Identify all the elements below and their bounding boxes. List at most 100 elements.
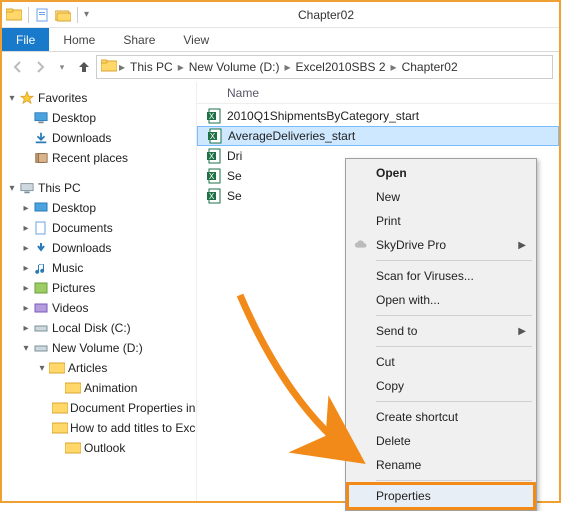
svg-text:X: X: [209, 152, 215, 161]
nav-arrows: ▾: [8, 57, 94, 77]
quick-access-toolbar: ▾: [2, 7, 93, 23]
collapse-icon[interactable]: ▾: [20, 343, 32, 354]
expand-icon[interactable]: ▸: [20, 283, 32, 294]
collapse-icon[interactable]: ▾: [6, 183, 18, 194]
file-tab[interactable]: File: [2, 28, 49, 51]
sidebar-item-label: How to add titles to Excel charts: [68, 421, 197, 435]
favorites-group: ▾ Favorites Desktop Downloads Recent pla…: [2, 88, 196, 168]
menu-item-properties[interactable]: Properties: [348, 484, 534, 508]
chevron-right-icon[interactable]: ▸: [117, 60, 127, 74]
menu-item-shortcut[interactable]: Create shortcut: [348, 405, 534, 429]
collapse-icon[interactable]: ▾: [6, 93, 18, 104]
expand-icon[interactable]: ▸: [20, 303, 32, 314]
downloads-icon: [32, 241, 50, 255]
menu-item-delete[interactable]: Delete: [348, 429, 534, 453]
sidebar-item-newvolume[interactable]: ▾New Volume (D:): [2, 338, 196, 358]
collapse-icon[interactable]: ▾: [36, 363, 48, 374]
downloads-icon: [32, 131, 50, 145]
file-name: AverageDeliveries_start: [226, 129, 355, 143]
menu-item-new[interactable]: New: [348, 185, 534, 209]
excel-icon: X: [206, 128, 226, 144]
home-tab[interactable]: Home: [49, 28, 109, 51]
svg-text:X: X: [209, 112, 215, 121]
sidebar-item-label: Articles: [66, 361, 107, 375]
menu-item-openwith[interactable]: Open with...: [348, 288, 534, 312]
chevron-right-icon[interactable]: ▸: [282, 60, 292, 74]
menu-item-sendto[interactable]: Send to▶: [348, 319, 534, 343]
sidebar-item-label: Videos: [50, 301, 88, 315]
folder-icon: [64, 440, 82, 456]
menu-separator: [376, 260, 532, 261]
up-button[interactable]: [74, 57, 94, 77]
expand-icon[interactable]: ▸: [20, 323, 32, 334]
excel-icon: X: [205, 108, 225, 124]
divider: [77, 7, 78, 23]
breadcrumb-part[interactable]: This PC: [127, 60, 176, 74]
properties-icon[interactable]: [35, 7, 51, 23]
menu-item-print[interactable]: Print: [348, 209, 534, 233]
thispc-group: ▾ This PC ▸Desktop ▸Documents ▸ Downloads…: [2, 178, 196, 458]
breadcrumb-part[interactable]: Excel2010SBS 2: [292, 60, 388, 74]
folder-icon: [6, 7, 22, 23]
file-row[interactable]: X 2010Q1ShipmentsByCategory_start: [197, 106, 559, 126]
breadcrumb-part[interactable]: New Volume (D:): [186, 60, 283, 74]
sidebar-item-localdisk[interactable]: ▸ Local Disk (C:): [2, 318, 196, 338]
sidebar-item-desktop[interactable]: ▸Desktop: [2, 198, 196, 218]
share-tab[interactable]: Share: [109, 28, 169, 51]
sidebar-item-articles[interactable]: ▾ Articles: [2, 358, 196, 378]
chevron-right-icon[interactable]: ▸: [176, 60, 186, 74]
sidebar-item-downloads[interactable]: Downloads: [2, 128, 196, 148]
menu-item-skydrive[interactable]: SkyDrive Pro▶: [348, 233, 534, 257]
sidebar-subitem[interactable]: How to add titles to Excel charts: [2, 418, 196, 438]
view-tab[interactable]: View: [169, 28, 223, 51]
menu-item-open[interactable]: Open: [348, 161, 534, 185]
sidebar-item-label: Local Disk (C:): [50, 321, 131, 335]
sidebar-item-downloads[interactable]: ▸ Downloads: [2, 238, 196, 258]
thispc-header[interactable]: ▾ This PC: [2, 178, 196, 198]
recent-icon: [32, 151, 50, 165]
sidebar-subitem[interactable]: Outlook: [2, 438, 196, 458]
sidebar-subitem[interactable]: Document Properties in Excel: [2, 398, 196, 418]
expand-icon[interactable]: ▸: [20, 263, 32, 274]
menu-item-rename[interactable]: Rename: [348, 453, 534, 477]
titlebar: ▾ Chapter02: [2, 2, 559, 28]
column-header-name[interactable]: Name: [197, 82, 559, 104]
sidebar-item-documents[interactable]: ▸Documents: [2, 218, 196, 238]
drive-icon: [32, 321, 50, 335]
menu-separator: [376, 401, 532, 402]
expand-icon[interactable]: ▸: [20, 223, 32, 234]
folder-icon: [48, 360, 66, 376]
file-row-selected[interactable]: X AverageDeliveries_start: [197, 126, 559, 146]
file-name: Se: [225, 169, 242, 183]
sidebar-item-label: Recent places: [50, 151, 128, 165]
open-icon[interactable]: [55, 7, 71, 23]
forward-button[interactable]: [30, 57, 50, 77]
favorites-header[interactable]: ▾ Favorites: [2, 88, 196, 108]
menu-item-copy[interactable]: Copy: [348, 374, 534, 398]
sidebar-item-desktop[interactable]: Desktop: [2, 108, 196, 128]
menu-label: Open with...: [376, 293, 440, 307]
expand-icon[interactable]: ▸: [20, 243, 32, 254]
menu-item-cut[interactable]: Cut: [348, 350, 534, 374]
recent-dropdown-icon[interactable]: ▾: [52, 57, 72, 77]
qat-dropdown-icon[interactable]: ▾: [84, 9, 89, 20]
address-bar[interactable]: ▸ This PC ▸ New Volume (D:) ▸ Excel2010S…: [96, 55, 553, 79]
excel-icon: X: [205, 188, 225, 204]
sidebar-item-label: Downloads: [50, 241, 111, 255]
sidebar-item-videos[interactable]: ▸ Videos: [2, 298, 196, 318]
menu-label: Properties: [376, 489, 431, 503]
sidebar-subitem[interactable]: Animation: [2, 378, 196, 398]
expand-icon[interactable]: ▸: [20, 203, 32, 214]
sidebar-item-music[interactable]: ▸Music: [2, 258, 196, 278]
pictures-icon: [32, 281, 50, 295]
sidebar-item-recent[interactable]: Recent places: [2, 148, 196, 168]
breadcrumb-part[interactable]: Chapter02: [399, 60, 461, 74]
menu-item-scan[interactable]: Scan for Viruses...: [348, 264, 534, 288]
divider: [28, 7, 29, 23]
address-row: ▾ ▸ This PC ▸ New Volume (D:) ▸ Excel201…: [2, 52, 559, 82]
menu-label: Delete: [376, 434, 411, 448]
sidebar-item-pictures[interactable]: ▸Pictures: [2, 278, 196, 298]
back-button[interactable]: [8, 57, 28, 77]
chevron-right-icon[interactable]: ▸: [389, 60, 399, 74]
sidebar-item-label: Outlook: [82, 441, 125, 455]
